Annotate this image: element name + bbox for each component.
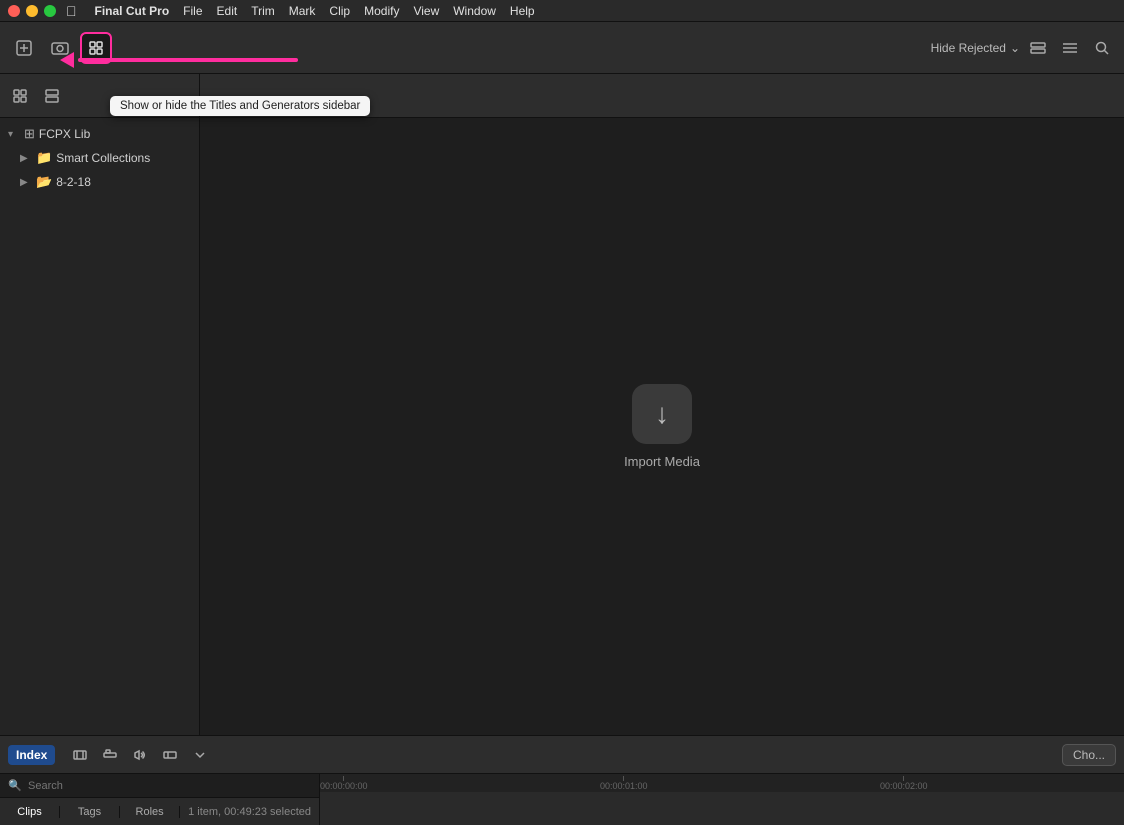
- import-area: ↓ Import Media: [200, 118, 1124, 735]
- clips-tab[interactable]: Clips: [0, 806, 60, 818]
- hide-rejected-button[interactable]: Hide Rejected ⌄: [931, 41, 1020, 55]
- menu-edit[interactable]: Edit: [217, 4, 238, 18]
- library-icon: ⊞: [24, 126, 35, 142]
- menu-trim[interactable]: Trim: [251, 4, 275, 18]
- app-name[interactable]: Final Cut Pro: [95, 4, 170, 18]
- menu-file[interactable]: File: [183, 4, 202, 18]
- event-icon: 📂: [36, 174, 52, 190]
- library-chevron-down: ▾: [8, 129, 20, 140]
- main-toolbar: Hide Rejected ⌄: [0, 22, 1124, 74]
- hide-rejected-chevron: ⌄: [1010, 41, 1020, 55]
- browser-panel: ↓ Import Media: [200, 74, 1124, 735]
- library-tree: ▾ ⊞ FCPX Lib ▶ 📁 Smart Collections ▶ 📂 8…: [0, 118, 199, 735]
- sidebar: ▾ ⊞ FCPX Lib ▶ 📁 Smart Collections ▶ 📂 8…: [0, 74, 200, 735]
- menu-bar:  Final Cut Pro File Edit Trim Mark Clip…: [66, 3, 535, 19]
- event-chevron: ▶: [20, 177, 32, 188]
- sidebar-btn-1[interactable]: [6, 82, 34, 110]
- timeline-right: 00:00:00:00 00:00:01:00 00:00:02:00: [320, 774, 1124, 825]
- timeline-btn-split[interactable]: [157, 742, 183, 768]
- tc-marker-2: 00:00:02:00: [880, 776, 928, 791]
- main-area: ▾ ⊞ FCPX Lib ▶ 📁 Smart Collections ▶ 📂 8…: [0, 74, 1124, 735]
- minimize-button[interactable]: [26, 5, 38, 17]
- close-button[interactable]: [8, 5, 20, 17]
- library-item[interactable]: ▾ ⊞ FCPX Lib: [0, 122, 199, 146]
- browser-toolbar: [200, 74, 1124, 118]
- timeline-btn-connection[interactable]: [97, 742, 123, 768]
- clips-tags-roles-row: Clips Tags Roles 1 item, 00:49:23 select…: [0, 797, 319, 825]
- index-panel: 🔍 Clips Tags Roles 1 item, 00:49:23 sele…: [0, 774, 320, 825]
- menu-clip[interactable]: Clip: [329, 4, 350, 18]
- menu-window[interactable]: Window: [453, 4, 496, 18]
- timeline-btn-clip[interactable]: [67, 742, 93, 768]
- photo-video-button[interactable]: [44, 32, 76, 64]
- filmstrip-view-button[interactable]: [1024, 34, 1052, 62]
- selection-info: 1 item, 00:49:23 selected: [180, 806, 319, 818]
- index-tab-label[interactable]: Index: [8, 745, 55, 765]
- fullscreen-button[interactable]: [44, 5, 56, 17]
- roles-tab[interactable]: Roles: [120, 806, 180, 818]
- tc-marker-1: 00:00:01:00: [600, 776, 648, 791]
- import-media-button[interactable]: [8, 32, 40, 64]
- titles-generators-button[interactable]: [80, 32, 112, 64]
- search-input[interactable]: [0, 774, 319, 797]
- search-browser-button[interactable]: [1088, 34, 1116, 62]
- event-item[interactable]: ▶ 📂 8-2-18: [0, 170, 199, 194]
- menu-mark[interactable]: Mark: [289, 4, 316, 18]
- smart-collections-chevron: ▶: [20, 153, 32, 164]
- timecode-bar: 00:00:00:00 00:00:01:00 00:00:02:00: [320, 774, 1124, 792]
- list-view-button[interactable]: [1056, 34, 1084, 62]
- event-label: 8-2-18: [56, 175, 91, 189]
- bottom-panel: Index: [0, 735, 1124, 825]
- hide-rejected-label: Hide Rejected: [931, 41, 1006, 55]
- tags-tab[interactable]: Tags: [60, 806, 120, 818]
- timeline-lower-row: 🔍 Clips Tags Roles 1 item, 00:49:23 sele…: [0, 774, 1124, 825]
- smart-collections-label: Smart Collections: [56, 151, 150, 165]
- title-bar:  Final Cut Pro File Edit Trim Mark Clip…: [0, 0, 1124, 22]
- smart-collections-item[interactable]: ▶ 📁 Smart Collections: [0, 146, 199, 170]
- library-name: FCPX Lib: [39, 127, 90, 141]
- smart-collections-icon: 📁: [36, 150, 52, 166]
- menu-view[interactable]: View: [413, 4, 439, 18]
- import-icon-background: ↓: [632, 384, 692, 444]
- menu-modify[interactable]: Modify: [364, 4, 399, 18]
- apple-menu[interactable]: : [66, 3, 77, 19]
- traffic-lights: [8, 5, 56, 17]
- import-arrow-icon: ↓: [655, 398, 669, 430]
- timeline-toolbar: Index: [0, 736, 1124, 774]
- search-bar: 🔍: [0, 774, 319, 797]
- sidebar-toolbar: [0, 74, 199, 118]
- timeline-btn-audio[interactable]: [127, 742, 153, 768]
- tc-marker-0: 00:00:00:00: [320, 776, 368, 791]
- menu-help[interactable]: Help: [510, 4, 535, 18]
- import-media-label: Import Media: [624, 454, 700, 469]
- timeline-btn-arrow-dropdown[interactable]: [187, 742, 213, 768]
- choose-button[interactable]: Cho...: [1062, 744, 1116, 766]
- sidebar-btn-2[interactable]: [38, 82, 66, 110]
